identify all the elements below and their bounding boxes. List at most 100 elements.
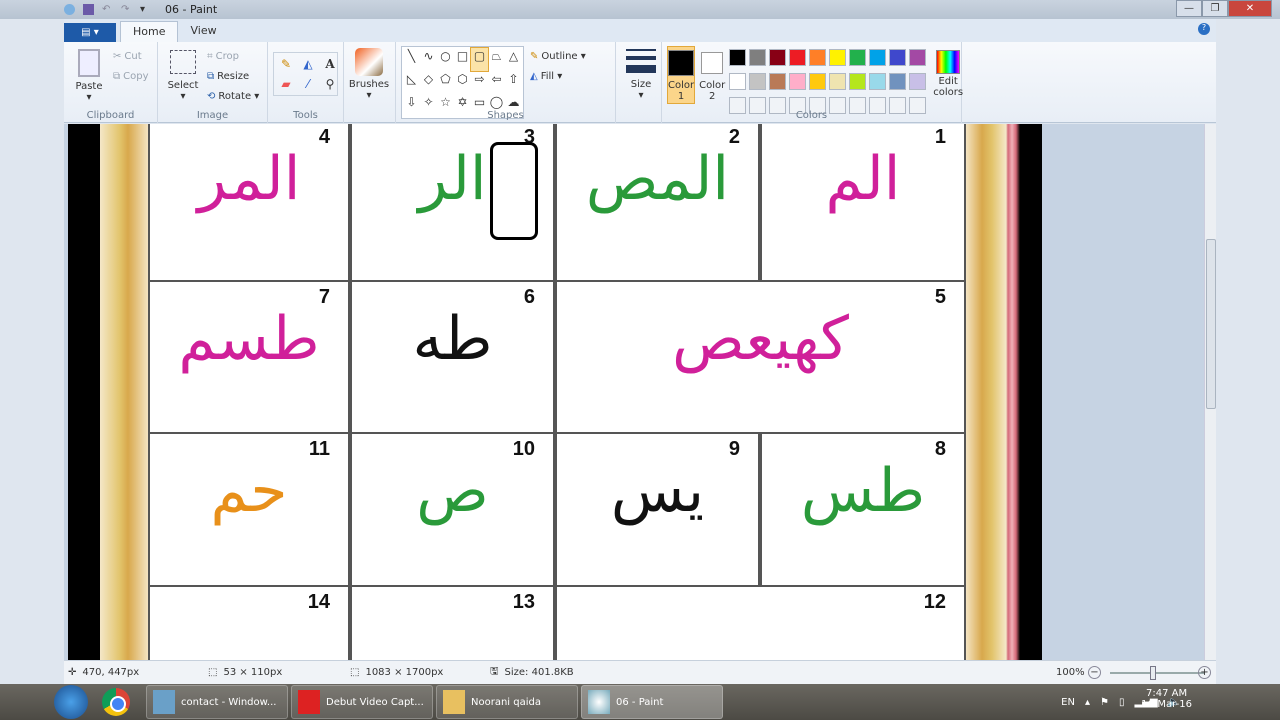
taskbar-item-contact[interactable]: contact - Window... — [146, 685, 288, 719]
crop-button[interactable]: ⌗ Crop — [207, 46, 259, 66]
shape-option[interactable]: △ — [505, 48, 522, 71]
palette-swatch[interactable] — [729, 73, 747, 90]
start-button[interactable] — [54, 685, 88, 719]
color2-label: Color 2 — [699, 80, 726, 102]
shape-option[interactable]: ◇ — [420, 71, 437, 94]
copy-button[interactable]: ⧉ Copy — [113, 66, 149, 86]
tab-view[interactable]: View — [178, 21, 228, 42]
palette-swatch[interactable] — [889, 73, 907, 90]
paint-app-icon[interactable] — [64, 4, 75, 15]
paint-icon — [588, 690, 610, 714]
palette-swatch[interactable] — [809, 49, 827, 66]
redo-icon[interactable]: ↷ — [121, 4, 132, 15]
pencil-icon[interactable]: ✎ — [276, 55, 296, 73]
palette-swatch[interactable] — [869, 73, 887, 90]
palette-swatch[interactable] — [749, 73, 767, 90]
select-button[interactable]: Select ▾ — [163, 46, 203, 119]
shape-option[interactable]: ⬡ — [454, 71, 471, 94]
language-indicator[interactable]: EN — [1061, 697, 1075, 708]
palette-swatch[interactable] — [769, 73, 787, 90]
shape-option[interactable]: ⇧ — [505, 71, 522, 94]
selection-rectangle[interactable] — [490, 142, 538, 240]
selection-size-icon: ⬚ — [208, 667, 218, 678]
maximize-button[interactable]: ❐ — [1202, 0, 1228, 17]
cut-button[interactable]: ✂ Cut — [113, 46, 149, 66]
outline-button[interactable]: ✎ Outline ▾ — [530, 46, 586, 66]
palette-swatch[interactable] — [829, 73, 847, 90]
undo-icon[interactable]: ↶ — [102, 4, 113, 15]
rotate-label: Rotate ▾ — [218, 90, 260, 102]
shapes-gallery[interactable]: ╲ ∿ ○ □ ▢ ⏢ △ ◺ ◇ ⬠ ⬡ ⇨ ⇦ ⇧ ⇩ ✧ ☆ ✡ ▭ ◯ ☁ — [401, 46, 524, 119]
help-icon[interactable]: ? — [1198, 23, 1210, 35]
minimize-button[interactable]: — — [1176, 0, 1202, 17]
fill-bucket-icon[interactable]: ◭ — [298, 55, 318, 73]
zoom-out-button[interactable]: − — [1088, 666, 1101, 679]
arabic-letters: حم — [210, 456, 288, 526]
scrollbar-thumb[interactable] — [1206, 239, 1216, 409]
text-tool-icon[interactable]: A — [320, 55, 340, 73]
palette-swatch[interactable] — [849, 73, 867, 90]
fill-button[interactable]: ◭ Fill ▾ — [530, 66, 586, 86]
shape-option[interactable]: ⏢ — [488, 48, 505, 71]
vertical-scrollbar[interactable] — [1204, 124, 1216, 660]
palette-swatch[interactable] — [789, 49, 807, 66]
chrome-icon[interactable] — [102, 688, 130, 716]
magnifier-icon[interactable]: ⚲ — [320, 75, 340, 93]
eraser-icon[interactable]: ▰ — [276, 75, 296, 93]
zoom-slider[interactable] — [1110, 666, 1205, 680]
close-button[interactable]: ✕ — [1228, 0, 1272, 17]
rotate-button[interactable]: ⟲ Rotate ▾ — [207, 86, 259, 106]
color2-button[interactable]: Color 2 — [699, 46, 725, 119]
palette-swatch[interactable] — [749, 49, 767, 66]
shape-option[interactable]: ▢ — [470, 47, 489, 72]
palette-swatch[interactable] — [909, 73, 927, 90]
color1-button[interactable]: Color 1 — [667, 46, 696, 104]
palette-swatch[interactable] — [889, 49, 907, 66]
shape-option[interactable]: □ — [454, 48, 471, 71]
shape-option[interactable]: ⇦ — [488, 71, 505, 94]
palette-swatch[interactable] — [789, 73, 807, 90]
paste-button[interactable]: Paste ▾ — [69, 46, 109, 119]
taskbar-item-debut[interactable]: Debut Video Capt... — [291, 685, 433, 719]
taskbar-item-noorani-qaida[interactable]: Noorani qaida — [436, 685, 578, 719]
size-group: Size ▾ — [616, 42, 662, 123]
palette-swatch[interactable] — [809, 73, 827, 90]
palette-swatch[interactable] — [849, 49, 867, 66]
shape-option[interactable]: ∿ — [420, 48, 437, 71]
zoom-slider-thumb[interactable] — [1150, 666, 1157, 680]
shape-option[interactable]: ◺ — [403, 71, 420, 94]
shape-option[interactable]: ○ — [437, 48, 454, 71]
arabic-letters: المر — [197, 144, 301, 214]
shape-option[interactable]: ⬠ — [437, 71, 454, 94]
color-picker-icon[interactable]: ⁄ — [298, 75, 318, 93]
edit-colors-button[interactable]: Edit colors — [933, 46, 963, 119]
customize-quick-access-icon[interactable]: ▾ — [140, 4, 151, 15]
arabic-letters: طسم — [178, 304, 320, 374]
drawing-canvas[interactable]: 4 المر 3 الر 2 المص 1 الم 7 طسم 6 طه 5 كهيعص 11 حم 10 ص 9 ي… — [68, 124, 1042, 660]
brushes-button[interactable]: Brushes ▾ — [349, 46, 389, 101]
resize-button[interactable]: ⧉ Resize — [207, 66, 259, 86]
window-title: 06 - Paint — [165, 3, 218, 16]
taskbar-item-paint[interactable]: 06 - Paint — [581, 685, 723, 719]
size-button[interactable]: Size ▾ — [621, 46, 661, 101]
clock[interactable]: 7:47 AM 16-Mar-16 — [1141, 688, 1192, 710]
fill-icon: ◭ — [530, 70, 538, 82]
zoom-in-button[interactable]: + — [1198, 666, 1211, 679]
save-icon[interactable] — [83, 4, 94, 15]
outline-label: Outline ▾ — [541, 50, 586, 62]
palette-swatch[interactable] — [909, 49, 927, 66]
palette-swatch[interactable] — [729, 49, 747, 66]
tab-home[interactable]: Home — [120, 21, 179, 42]
shape-option[interactable]: ╲ — [403, 48, 420, 71]
palette-swatch[interactable] — [869, 49, 887, 66]
palette-swatch[interactable] — [769, 49, 787, 66]
battery-icon[interactable]: ▯ — [1119, 697, 1125, 708]
taskbar: contact - Window... Debut Video Capt... … — [0, 684, 1280, 720]
show-hidden-icons[interactable]: ▴ — [1085, 697, 1090, 708]
action-center-flag-icon[interactable]: ⚑ — [1100, 697, 1109, 708]
letter-cell: 1 الم — [760, 124, 966, 282]
file-menu-button[interactable]: ▤ ▾ — [64, 23, 116, 42]
palette-swatch[interactable] — [829, 49, 847, 66]
shape-option[interactable]: ⇨ — [471, 71, 488, 94]
crop-label: Crop — [215, 50, 239, 62]
